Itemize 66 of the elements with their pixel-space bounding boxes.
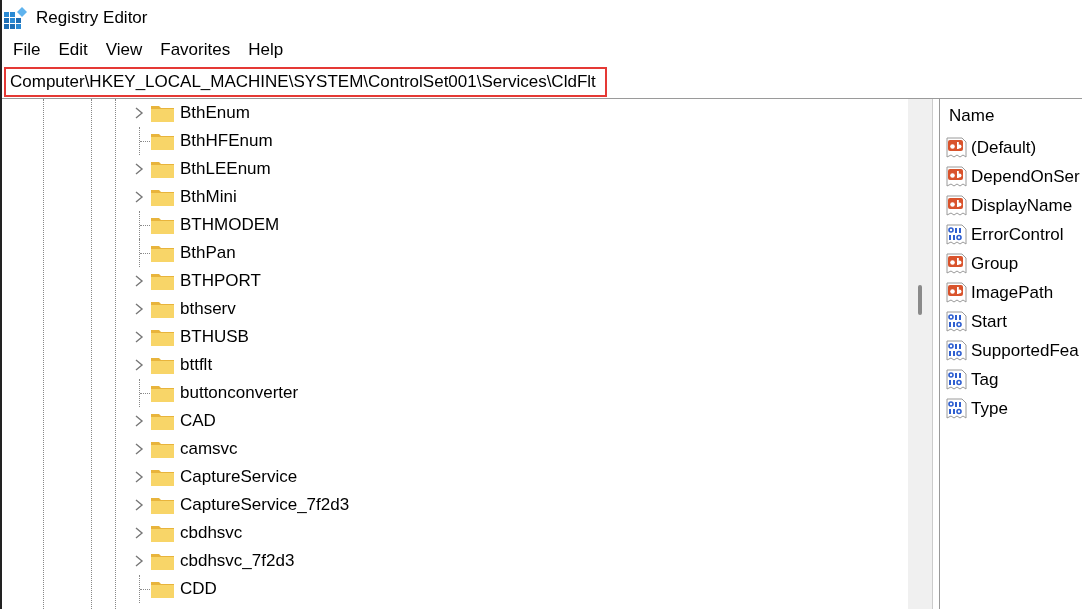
folder-icon — [151, 384, 174, 402]
tree-item[interactable]: camsvc — [180, 439, 238, 459]
binary-value-icon — [946, 339, 968, 362]
value-name[interactable]: Start — [971, 311, 1007, 332]
string-value-icon — [946, 165, 968, 188]
folder-icon — [151, 160, 174, 178]
folder-icon — [151, 580, 174, 598]
tree-item[interactable]: cbdhsvc — [180, 523, 243, 543]
menu-item[interactable]: File — [4, 39, 50, 60]
scrollbar-thumb[interactable] — [918, 285, 922, 315]
folder-icon — [151, 188, 174, 206]
value-name[interactable]: Group — [971, 253, 1019, 274]
folder-icon — [151, 356, 174, 374]
tree-item[interactable]: CAD — [180, 411, 216, 431]
tree-item[interactable]: CaptureService_7f2d3 — [180, 495, 350, 515]
folder-icon — [151, 216, 174, 234]
folder-icon — [151, 104, 174, 122]
tree-item[interactable]: BthMini — [180, 187, 237, 207]
menu-item[interactable]: View — [96, 39, 152, 60]
tree-item[interactable]: BthPan — [180, 243, 236, 263]
tree-item[interactable]: BTHMODEM — [180, 215, 280, 235]
tree-item[interactable]: BthHFEnum — [180, 131, 273, 151]
value-name[interactable]: DisplayName — [971, 195, 1073, 216]
value-name[interactable]: SupportedFea — [971, 340, 1079, 361]
tree-item[interactable]: CaptureService — [180, 467, 298, 487]
value-name[interactable]: ErrorControl — [971, 224, 1064, 245]
folder-icon — [151, 468, 174, 486]
binary-value-icon — [946, 223, 968, 246]
menu-item[interactable]: Favorites — [151, 39, 240, 60]
registry-app-icon — [4, 5, 28, 30]
tree-item[interactable]: BTHPORT — [180, 271, 261, 291]
folder-icon — [151, 244, 174, 262]
binary-value-icon — [946, 368, 968, 391]
tree-item[interactable]: CDD — [180, 579, 217, 599]
folder-icon — [151, 272, 174, 290]
address-bar[interactable]: Computer\HKEY_LOCAL_MACHINE\SYSTEM\ControlSet001\Services\CldFlt — [4, 67, 607, 97]
value-name[interactable]: Tag — [971, 369, 999, 390]
folder-icon — [151, 496, 174, 514]
folder-icon — [151, 300, 174, 318]
tree-item[interactable]: buttonconverter — [180, 383, 299, 403]
window-title: Registry Editor — [36, 7, 148, 28]
tree-item[interactable]: bthserv — [180, 299, 236, 319]
menu-item[interactable]: Help — [239, 39, 293, 60]
tree-item[interactable]: bttflt — [180, 355, 213, 375]
folder-icon — [151, 440, 174, 458]
folder-icon — [151, 412, 174, 430]
value-name[interactable]: DependOnSer — [971, 166, 1080, 187]
tree-item[interactable]: cbdhsvc_7f2d3 — [180, 551, 295, 571]
folder-icon — [151, 552, 174, 570]
tree-item[interactable]: BthEnum — [180, 103, 250, 123]
string-value-icon — [946, 194, 968, 217]
tree-item[interactable]: BTHUSB — [180, 327, 249, 347]
value-name[interactable]: ImagePath — [971, 282, 1054, 303]
string-value-icon — [946, 252, 968, 275]
binary-value-icon — [946, 310, 968, 333]
column-header[interactable]: Name — [949, 106, 995, 126]
value-name[interactable]: (Default) — [971, 137, 1037, 158]
menu-item[interactable]: Edit — [49, 39, 97, 60]
folder-icon — [151, 328, 174, 346]
value-name[interactable]: Type — [971, 398, 1008, 419]
folder-icon — [151, 524, 174, 542]
string-value-icon — [946, 136, 968, 159]
string-value-icon — [946, 281, 968, 304]
folder-icon — [151, 132, 174, 150]
tree-item[interactable]: BthLEEnum — [180, 159, 271, 179]
binary-value-icon — [946, 397, 968, 420]
